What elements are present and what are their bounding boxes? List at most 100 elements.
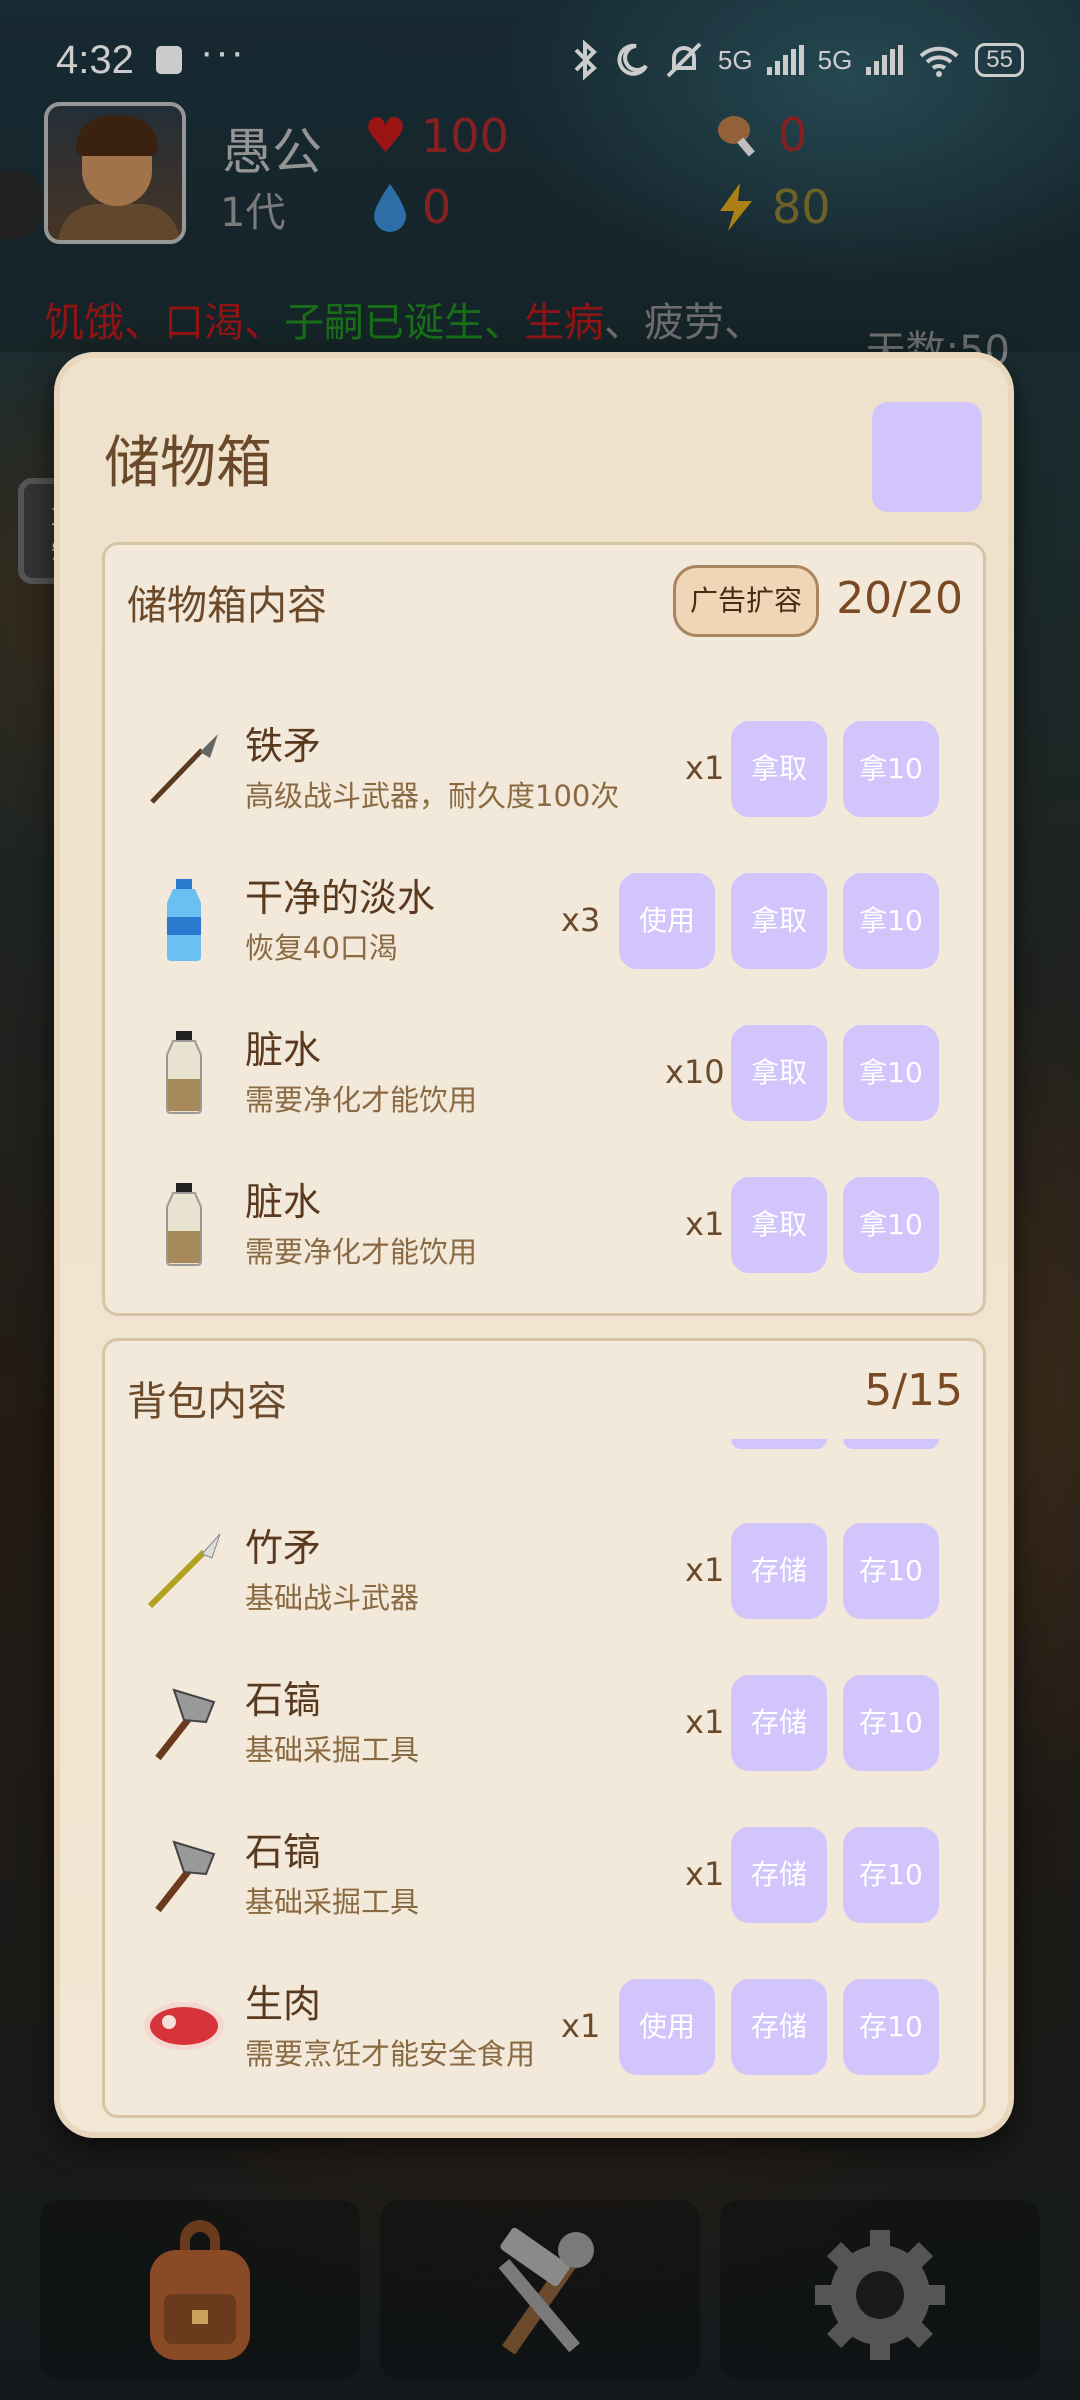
store-button[interactable]: 存储: [731, 1979, 827, 2075]
storage-count: 20/20: [836, 573, 963, 624]
take-button[interactable]: 拿取: [731, 873, 827, 969]
signal-bars-2-icon: [866, 45, 904, 75]
notification-icon: [156, 46, 182, 74]
condition-text: 、: [604, 300, 644, 346]
item-qty: x1: [685, 1205, 725, 1243]
condition-text: 疲劳: [644, 300, 724, 346]
iron-spear-icon: [139, 723, 229, 813]
hammer-wrench-icon: [498, 2227, 594, 2355]
store-button[interactable]: 存储: [731, 1523, 827, 1619]
store-10-button[interactable]: 存10: [843, 1523, 939, 1619]
stone-pickaxe-icon: [139, 1677, 229, 1767]
store-button[interactable]: 存储: [731, 1675, 827, 1771]
item-qty: x10: [665, 1053, 725, 1091]
item-qty: x3: [561, 901, 601, 939]
more-notifications-icon: ···: [200, 30, 246, 74]
item-name: 脏水: [245, 1028, 322, 1072]
lightning-icon: [720, 183, 752, 231]
water-value: 0: [422, 180, 452, 234]
item-row: 脏水 需要净化才能饮用 x10 拿取 拿10: [105, 997, 983, 1147]
modal-title: 储物箱: [104, 431, 272, 496]
item-name: 铁矛: [245, 724, 322, 768]
dirty-water-icon: [139, 1179, 229, 1269]
take-10-button[interactable]: 拿10: [843, 721, 939, 817]
water-drop-icon: [374, 184, 406, 232]
player-generation: 1代: [220, 190, 286, 236]
storage-panel: 储物箱内容 广告扩容 20/20 铁矛 高级战斗武器，耐久度100次 x1 拿取 拿10…: [102, 542, 986, 1316]
item-qty: x1: [685, 1551, 725, 1589]
take-button[interactable]: 拿取: [731, 721, 827, 817]
item-desc: 需要烹饪才能安全食用: [245, 2037, 536, 2071]
item-row: 石镐 基础采掘工具 x1 存储 存10: [105, 1799, 983, 1949]
item-name: 石镐: [245, 1678, 322, 1722]
store-button[interactable]: 存储: [731, 1827, 827, 1923]
side-handle[interactable]: [0, 170, 42, 240]
take-button[interactable]: 拿取: [731, 1025, 827, 1121]
stone-pickaxe-icon: [139, 1829, 229, 1919]
item-qty: x1: [685, 1703, 725, 1741]
mute-bell-icon: [666, 42, 702, 78]
take-10-button[interactable]: 拿10: [843, 873, 939, 969]
item-name: 脏水: [245, 1180, 322, 1224]
nav-backpack[interactable]: [40, 2200, 360, 2380]
signal-5g-label-2: 5G: [817, 44, 853, 75]
take-button[interactable]: 拿取: [731, 1177, 827, 1273]
store-10-button[interactable]: 存10: [843, 1979, 939, 2075]
item-qty: x1: [685, 749, 725, 787]
item-name: 生肉: [245, 1982, 322, 2026]
food-value: 0: [778, 108, 808, 162]
raw-meat-icon: [139, 1981, 229, 2071]
take-10-button[interactable]: 拿10: [843, 1177, 939, 1273]
backpack-count: 5/15: [864, 1365, 963, 1416]
condition-text: 饥饿: [44, 300, 124, 346]
item-row: 铁矛高级战斗武器，耐久度100次 x1 拿取 拿10: [105, 693, 983, 843]
item-row: 脏水需要净化才能饮用 x1 拿取 拿10: [105, 1149, 983, 1299]
storage-header: 储物箱内容: [127, 583, 327, 629]
health-stat: ♥ 100: [364, 108, 509, 164]
item-desc: 高级战斗武器，耐久度100次: [245, 779, 620, 813]
heart-icon: ♥: [364, 108, 408, 164]
nav-crafting[interactable]: [380, 2200, 700, 2380]
gear-icon: [815, 2230, 945, 2360]
condition-text: 、: [124, 300, 164, 346]
health-value: 100: [421, 109, 509, 163]
item-name: 干净的淡水: [245, 876, 436, 920]
storage-modal: 储物箱 储物箱内容 广告扩容 20/20 铁矛 高级战斗武器，耐久度100次 x1 拿…: [54, 352, 1014, 2138]
bluetooth-icon: [574, 40, 597, 80]
store-10-button[interactable]: 存10: [843, 1827, 939, 1923]
dirty-water-icon: [139, 1027, 229, 1117]
condition-list: 饥饿、口渴、子嗣已诞生、生病、疲劳、: [44, 290, 764, 348]
item-desc: 需要净化才能饮用: [245, 1235, 478, 1269]
bottom-nav: [0, 2200, 1080, 2400]
player-name: 愚公: [222, 123, 322, 181]
condition-text: 、: [244, 300, 284, 346]
nav-settings[interactable]: [720, 2200, 1040, 2380]
backpack-panel: 背包内容 5/15 竹矛 基础战斗武器 x1 存储 存10 石镐 基础采掘工具 x1 存储 存10…: [102, 1338, 986, 2118]
status-icons: 5G 5G 55: [570, 40, 1024, 80]
signal-bars-icon: [766, 45, 804, 75]
signal-5g-label-1: 5G: [717, 44, 753, 75]
item-name: 石镐: [245, 1830, 322, 1874]
use-button[interactable]: 使用: [619, 1979, 715, 2075]
item-row: 干净的淡水 恢复40口渴 x3 使用 拿取 拿10: [105, 845, 983, 995]
wifi-icon: [919, 46, 959, 77]
condition-text: 、: [724, 300, 764, 346]
ad-expand-button[interactable]: 广告扩容: [673, 565, 819, 637]
avatar[interactable]: [44, 102, 186, 244]
item-qty: x1: [561, 2007, 601, 2045]
water-bottle-icon: [139, 875, 229, 965]
store-10-button[interactable]: 存10: [843, 1675, 939, 1771]
energy-value: 80: [772, 180, 831, 234]
modal-close-button[interactable]: [872, 402, 982, 512]
backpack-header: 背包内容: [127, 1379, 287, 1425]
take-10-button[interactable]: 拿10: [843, 1025, 939, 1121]
water-stat: 0: [372, 180, 451, 234]
drumstick-icon: [718, 116, 755, 157]
item-name: 竹矛: [245, 1526, 322, 1570]
use-button[interactable]: 使用: [619, 873, 715, 969]
condition-text: 、: [484, 300, 524, 346]
condition-text: 口渴: [164, 300, 244, 346]
moon-icon: [617, 43, 648, 76]
item-row: 生肉需要烹饪才能安全食用 x1 使用 存储 存10: [105, 1951, 983, 2101]
status-time: 4:32: [56, 38, 134, 82]
